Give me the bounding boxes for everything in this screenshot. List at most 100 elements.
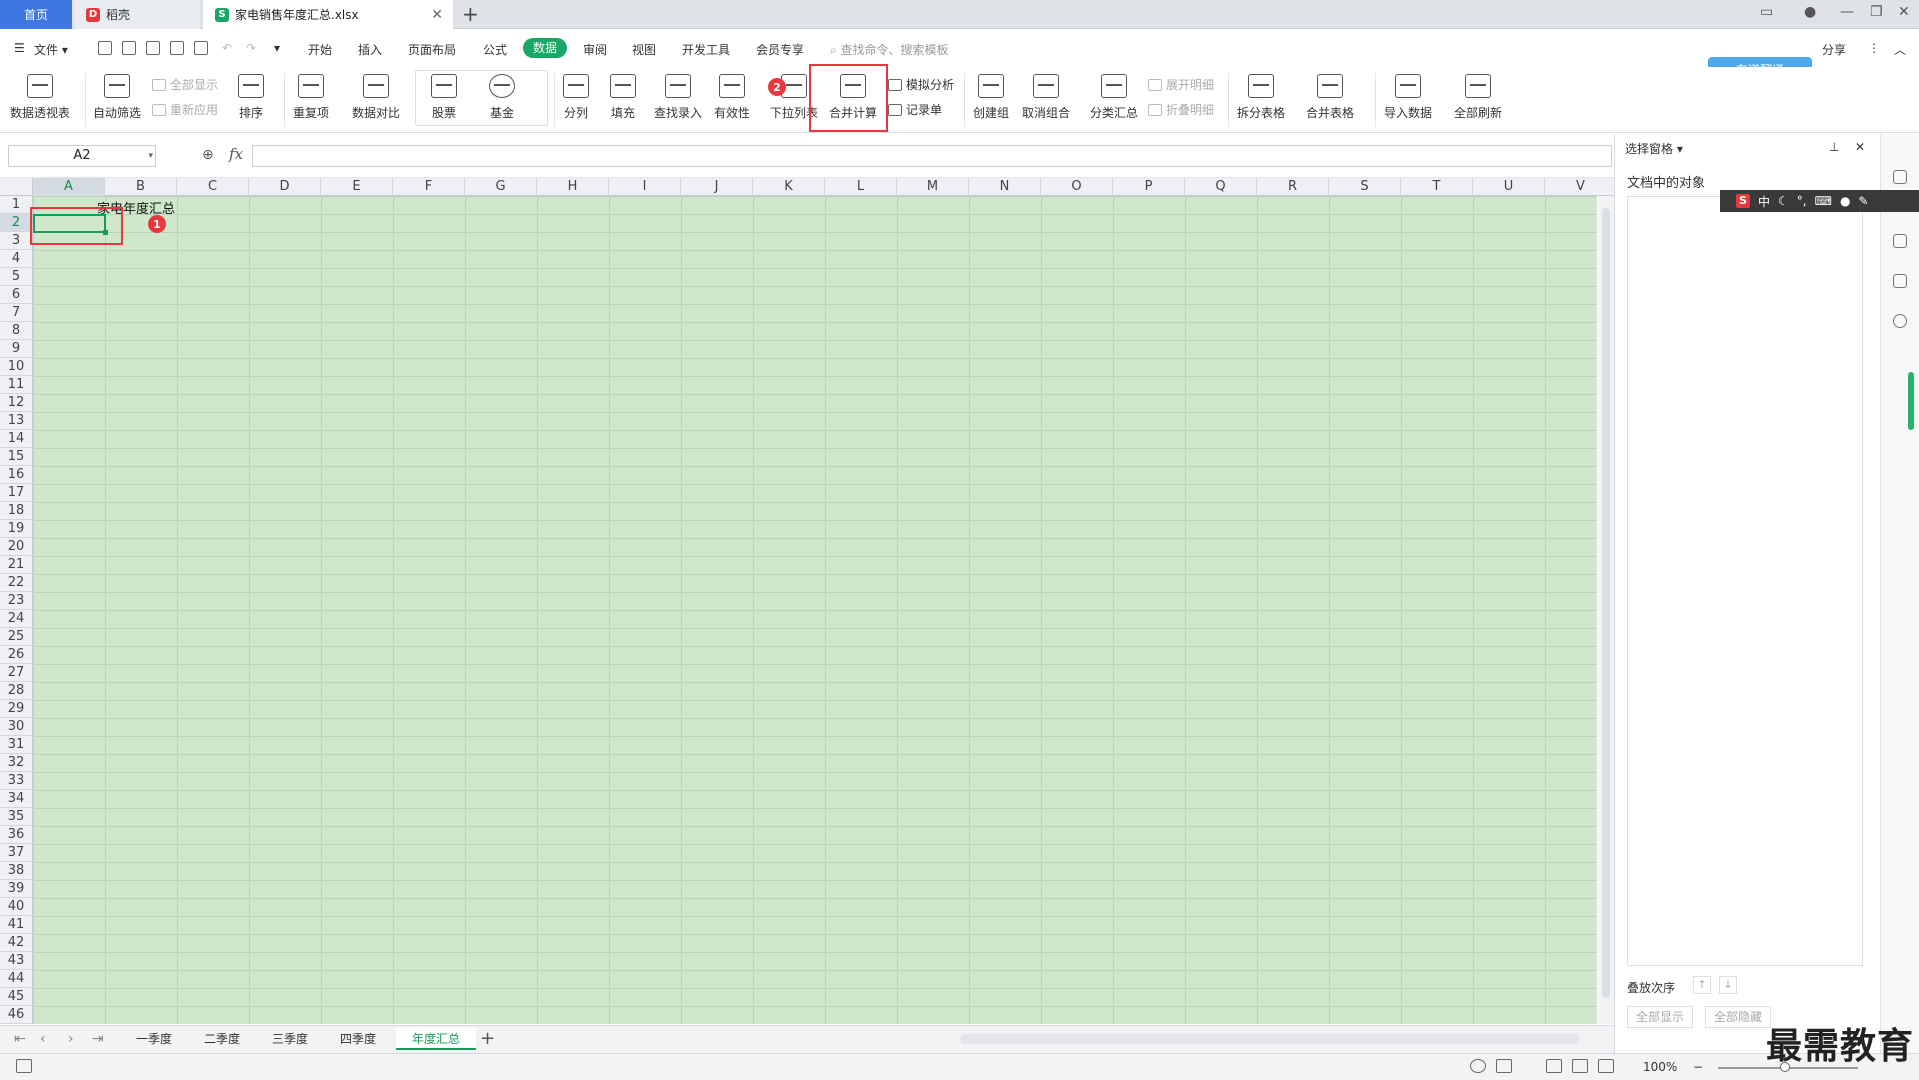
first-sheet-icon[interactable]: ⇤	[14, 1031, 26, 1047]
horizontal-scrollbar[interactable]	[960, 1034, 1580, 1044]
column-header[interactable]: R	[1257, 178, 1329, 196]
backup-icon[interactable]	[1893, 274, 1907, 288]
page-break-view-icon[interactable]	[1598, 1059, 1614, 1073]
column-header[interactable]: M	[897, 178, 969, 196]
split-column-button[interactable]: 分列	[563, 69, 589, 129]
insert-function-icon[interactable]: fx	[229, 145, 243, 163]
row-header[interactable]: 9	[0, 340, 32, 358]
row-header[interactable]: 7	[0, 304, 32, 322]
row-header[interactable]: 3	[0, 232, 32, 250]
zoom-formula-icon[interactable]: ⊕	[202, 147, 214, 163]
row-header[interactable]: 14	[0, 430, 32, 448]
cell-area[interactable]	[33, 196, 1597, 1024]
hide-all-objects-button[interactable]: 全部隐藏	[1705, 1006, 1772, 1028]
next-sheet-icon[interactable]: ›	[68, 1031, 74, 1047]
pivot-table-button[interactable]: 数据透视表	[10, 69, 70, 129]
validity-button[interactable]: 有效性	[714, 69, 750, 129]
vertical-scrollbar[interactable]	[1598, 196, 1614, 1024]
collapse-detail-button[interactable]: 折叠明细	[1148, 101, 1214, 118]
row-header[interactable]: 35	[0, 808, 32, 826]
close-window-icon[interactable]: ✕	[1898, 4, 1910, 20]
menu-review[interactable]: 审阅	[583, 41, 607, 58]
help-icon[interactable]	[1893, 314, 1907, 328]
share-button[interactable]: 分享	[1822, 41, 1846, 58]
split-table-button[interactable]: 拆分表格	[1237, 69, 1285, 129]
column-header[interactable]: D	[249, 178, 321, 196]
lookup-entry-button[interactable]: 查找录入	[654, 69, 702, 129]
row-header[interactable]: 6	[0, 286, 32, 304]
window-layout-icon[interactable]: ▭	[1760, 4, 1773, 20]
menu-page-layout[interactable]: 页面布局	[408, 41, 456, 58]
print-preview-icon[interactable]	[194, 41, 208, 55]
menu-insert[interactable]: 插入	[358, 41, 382, 58]
column-header[interactable]: I	[609, 178, 681, 196]
sheet-tab-q1[interactable]: 一季度	[132, 1028, 176, 1050]
row-header[interactable]: 13	[0, 412, 32, 430]
sort-button[interactable]: 排序	[238, 69, 264, 129]
row-header[interactable]: 16	[0, 466, 32, 484]
row-header[interactable]: 1	[0, 196, 32, 214]
send-backward-icon[interactable]: ↓	[1719, 976, 1737, 994]
eye-protect-icon[interactable]	[1470, 1059, 1486, 1073]
row-header[interactable]: 41	[0, 916, 32, 934]
undo-icon[interactable]: ↶	[222, 41, 232, 55]
select-all-corner[interactable]	[0, 178, 33, 196]
row-header[interactable]: 15	[0, 448, 32, 466]
settings-icon[interactable]	[1893, 234, 1907, 248]
row-header[interactable]: 27	[0, 664, 32, 682]
what-if-analysis-button[interactable]: 模拟分析	[888, 76, 954, 93]
column-header[interactable]: C	[177, 178, 249, 196]
column-header[interactable]: N	[969, 178, 1041, 196]
column-header[interactable]: E	[321, 178, 393, 196]
fund-button[interactable]: 基金	[489, 69, 515, 129]
zoom-out-icon[interactable]: −	[1693, 1060, 1703, 1074]
page-layout-view-icon[interactable]	[1572, 1059, 1588, 1073]
autofilter-button[interactable]: 自动筛选	[93, 69, 141, 129]
column-header[interactable]: U	[1473, 178, 1545, 196]
keyboard-icon[interactable]: ⌨	[1815, 194, 1832, 208]
close-tab-icon[interactable]: ✕	[431, 7, 443, 23]
command-search[interactable]: ⌕ 查找命令、搜索模板	[830, 41, 949, 58]
column-header[interactable]: F	[393, 178, 465, 196]
zoom-level[interactable]: 100%	[1643, 1060, 1677, 1074]
name-box[interactable]: A2	[8, 145, 156, 167]
row-header[interactable]: 46	[0, 1006, 32, 1024]
row-header[interactable]: 25	[0, 628, 32, 646]
ime-toolbar[interactable]: S 中 ☾ °, ⌨ ● ✎	[1720, 190, 1919, 212]
column-header[interactable]: P	[1113, 178, 1185, 196]
tab-home[interactable]: 首页	[0, 0, 72, 29]
row-header[interactable]: 29	[0, 700, 32, 718]
fill-button[interactable]: 填充	[610, 69, 636, 129]
column-header[interactable]: H	[537, 178, 609, 196]
refresh-all-button[interactable]: 全部刷新	[1454, 69, 1502, 129]
row-header[interactable]: 18	[0, 502, 32, 520]
minimize-icon[interactable]: —	[1840, 4, 1854, 20]
column-header[interactable]: J	[681, 178, 753, 196]
column-header[interactable]: T	[1401, 178, 1473, 196]
menu-data[interactable]: 数据	[523, 38, 567, 58]
print-icon[interactable]	[170, 41, 184, 55]
menu-member[interactable]: 会员专享	[756, 41, 804, 58]
objects-list[interactable]	[1627, 196, 1863, 966]
prev-sheet-icon[interactable]: ‹	[40, 1031, 46, 1047]
hamburger-icon[interactable]: ☰	[14, 41, 25, 55]
formula-input[interactable]	[252, 145, 1612, 167]
show-all-objects-button[interactable]: 全部显示	[1627, 1006, 1694, 1028]
redo-icon[interactable]: ↷	[246, 41, 256, 55]
row-header[interactable]: 37	[0, 844, 32, 862]
sheet-tab-q3[interactable]: 三季度	[268, 1028, 312, 1050]
restore-icon[interactable]: ❐	[1870, 4, 1883, 20]
row-header[interactable]: 36	[0, 826, 32, 844]
row-header[interactable]: 33	[0, 772, 32, 790]
new-doc-icon[interactable]	[98, 41, 112, 55]
reapply-button[interactable]: 重新应用	[152, 101, 218, 118]
row-header[interactable]: 24	[0, 610, 32, 628]
pin-pane-icon[interactable]: ⊥	[1829, 140, 1839, 154]
row-header[interactable]: 31	[0, 736, 32, 754]
format-painter-icon[interactable]	[146, 41, 160, 55]
user-avatar-icon[interactable]: ●	[1804, 4, 1816, 20]
row-header[interactable]: 12	[0, 394, 32, 412]
row-header[interactable]: 5	[0, 268, 32, 286]
more-quick-access-icon[interactable]: ▾	[274, 41, 280, 55]
column-header[interactable]: A	[33, 178, 105, 196]
